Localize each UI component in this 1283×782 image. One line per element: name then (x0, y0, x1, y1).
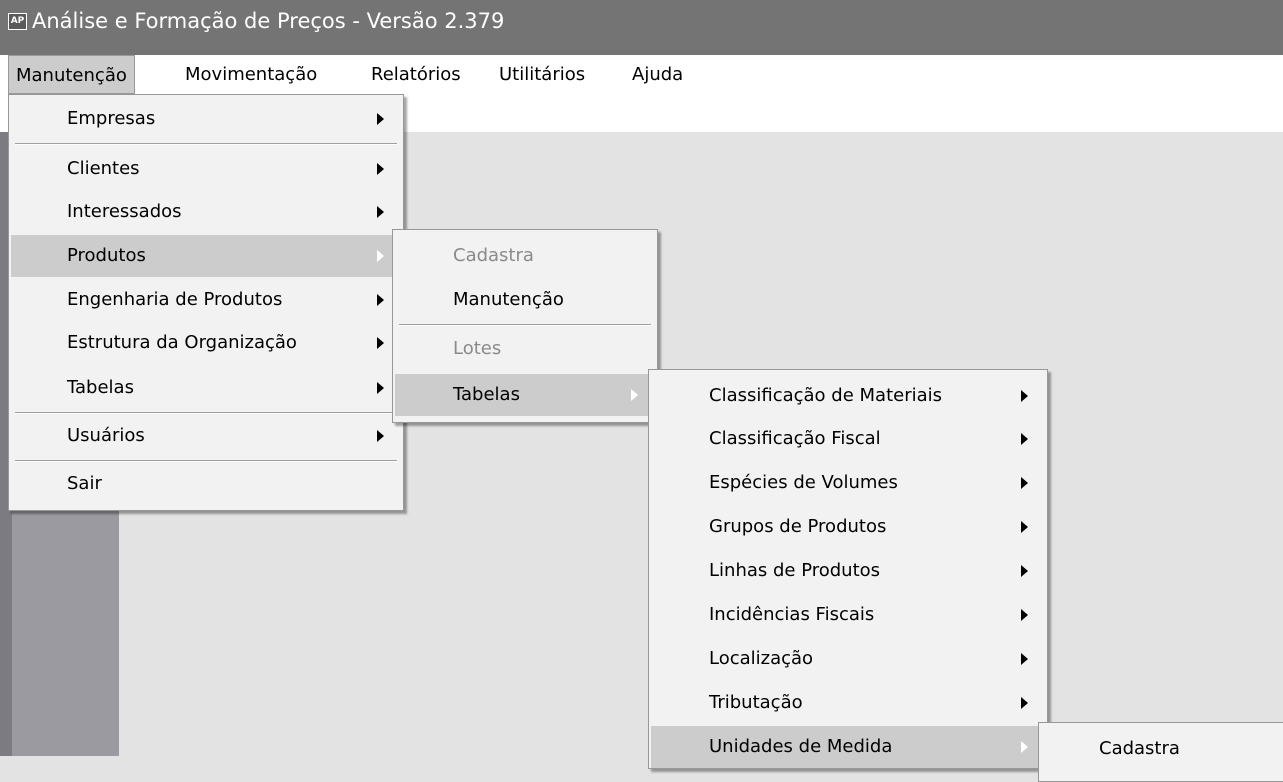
menu-item-especies-de-volumes[interactable]: Espécies de Volumes (651, 462, 1045, 504)
submenu-arrow-icon (1021, 609, 1028, 621)
menu-item-label: Sair (67, 473, 102, 494)
menu-item-label: Empresas (67, 108, 156, 129)
menu-item-label: Unidades de Medida (709, 736, 893, 757)
menu-utilitarios[interactable]: Utilitários (492, 55, 592, 94)
menu-item-grupos-de-produtos[interactable]: Grupos de Produtos (651, 506, 1045, 548)
menu-separator (15, 460, 397, 462)
menu-item-interessados[interactable]: Interessados (11, 191, 401, 233)
menu-item-usuarios[interactable]: Usuários (11, 415, 401, 457)
submenu-arrow-icon (1021, 565, 1028, 577)
menu-item-label: Classificação de Materiais (709, 385, 943, 406)
menu-item-label: Lotes (453, 338, 502, 359)
menu-bar: Manutenção Movimentação Relatórios Utili… (0, 55, 1283, 94)
submenu-arrow-icon (377, 206, 384, 218)
submenu-arrow-icon (1021, 653, 1028, 665)
menu-item-label: Engenharia de Produtos (67, 289, 283, 310)
menu-item-label: Tabelas (453, 384, 520, 405)
menu-item-manutencao[interactable]: Manutenção (395, 279, 655, 321)
menu-separator (15, 143, 397, 145)
submenu-arrow-icon (1021, 697, 1028, 709)
menu-item-lotes: Lotes (395, 328, 655, 370)
submenu-arrow-icon (377, 250, 384, 262)
menu-movimentacao[interactable]: Movimentação (178, 55, 324, 94)
menu-item-tributacao[interactable]: Tributação (651, 682, 1045, 724)
submenu-arrow-icon (377, 430, 384, 442)
menu-item-label: Classificação Fiscal (709, 428, 881, 449)
menu-item-label: Usuários (67, 425, 145, 446)
submenu-arrow-icon (377, 294, 384, 306)
window-title: Análise e Formação de Preços - Versão 2.… (32, 9, 505, 33)
menu-item-label: Localização (709, 648, 814, 669)
menu-item-classificacao-fiscal[interactable]: Classificação Fiscal (651, 418, 1045, 460)
submenu-arrow-icon (377, 382, 384, 394)
submenu-arrow-icon (1021, 477, 1028, 489)
menu-item-sair[interactable]: Sair (11, 463, 401, 505)
menu-ajuda[interactable]: Ajuda (625, 55, 690, 94)
menu-item-cadastra: Cadastra (395, 235, 655, 277)
menu-relatorios[interactable]: Relatórios (364, 55, 468, 94)
manutencao-menu: Empresas Clientes Interessados Produtos … (8, 94, 404, 511)
menu-item-estrutura-da-organizacao[interactable]: Estrutura da Organização (11, 322, 401, 364)
submenu-arrow-icon (1021, 741, 1028, 753)
menu-item-label: Manutenção (453, 289, 564, 310)
menu-item-tabelas[interactable]: Tabelas (11, 367, 401, 409)
menu-item-produtos[interactable]: Produtos (11, 235, 401, 277)
menu-item-unidades-de-medida[interactable]: Unidades de Medida (651, 726, 1045, 768)
submenu-arrow-icon (377, 337, 384, 349)
produtos-submenu: Cadastra Manutenção Lotes Tabelas (392, 229, 658, 423)
submenu-arrow-icon (1021, 521, 1028, 533)
menu-item-tabelas-produtos[interactable]: Tabelas (395, 374, 655, 416)
menu-item-incidencias-fiscais[interactable]: Incidências Fiscais (651, 594, 1045, 636)
menu-item-label: Cadastra (453, 245, 534, 266)
tabelas-submenu: Classificação de Materiais Classificação… (648, 369, 1048, 769)
menu-item-linhas-de-produtos[interactable]: Linhas de Produtos (651, 550, 1045, 592)
menu-item-label: Produtos (67, 245, 146, 266)
menu-item-clientes[interactable]: Clientes (11, 148, 401, 190)
menu-item-label: Cadastra (1099, 738, 1180, 759)
menu-item-label: Grupos de Produtos (709, 516, 887, 537)
menu-item-label: Clientes (67, 158, 140, 179)
menu-item-label: Interessados (67, 201, 182, 222)
title-bar: AP Análise e Formação de Preços - Versão… (0, 0, 1283, 55)
menu-item-label: Incidências Fiscais (709, 604, 875, 625)
submenu-arrow-icon (377, 163, 384, 175)
menu-item-label: Tributação (709, 692, 803, 713)
menu-item-localizacao[interactable]: Localização (651, 638, 1045, 680)
unidades-de-medida-submenu: Cadastra (1038, 722, 1283, 782)
menu-item-engenharia-de-produtos[interactable]: Engenharia de Produtos (11, 279, 401, 321)
menu-separator (15, 412, 397, 414)
submenu-arrow-icon (377, 113, 384, 125)
menu-item-empresas[interactable]: Empresas (11, 98, 401, 140)
submenu-arrow-icon (631, 389, 638, 401)
submenu-arrow-icon (1021, 390, 1028, 402)
app-icon: AP (8, 13, 27, 30)
menu-item-classificacao-de-materiais[interactable]: Classificação de Materiais (651, 375, 1045, 417)
menu-item-label: Espécies de Volumes (709, 472, 898, 493)
menu-item-label: Estrutura da Organização (67, 332, 297, 353)
menu-manutencao[interactable]: Manutenção (8, 55, 135, 94)
menu-item-label: Linhas de Produtos (709, 560, 881, 581)
menu-separator (399, 324, 651, 326)
submenu-arrow-icon (1021, 433, 1028, 445)
menu-item-cadastra-unidades[interactable]: Cadastra (1041, 728, 1283, 770)
menu-item-label: Tabelas (67, 377, 134, 398)
